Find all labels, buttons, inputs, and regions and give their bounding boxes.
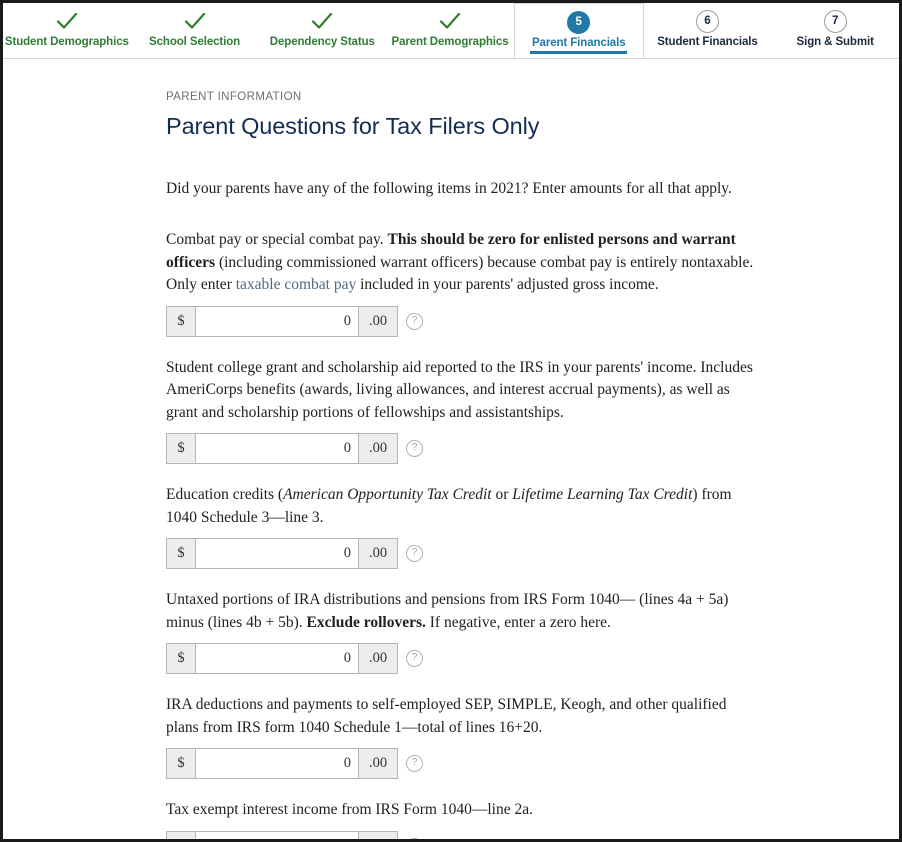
question-text-run: If negative, enter a zero here. [425, 613, 611, 631]
question-label: IRA deductions and payments to self-empl… [166, 694, 760, 739]
question-label: Tax exempt interest income from IRS Form… [166, 799, 760, 822]
italic-text: American Opportunity Tax Credit [283, 486, 492, 503]
page-title: Parent Questions for Tax Filers Only [166, 113, 540, 139]
step-number-badge: 5 [567, 10, 591, 34]
currency-input-group: $ .00 [166, 748, 398, 779]
question-text-run: Student college grant and scholarship ai… [166, 358, 753, 421]
amount-input-row: $ .00? [166, 433, 760, 464]
step-label: Dependency Status [269, 36, 375, 48]
amount-input-row: $ .00? [166, 830, 760, 839]
amount-input-row: $ .00? [166, 538, 760, 569]
check-icon [311, 8, 333, 34]
question-text-run: included in your parents' adjusted gross… [356, 276, 659, 293]
currency-input-group: $ .00 [166, 643, 398, 674]
amount-input[interactable] [195, 305, 359, 337]
amount-input[interactable] [195, 538, 359, 569]
dollar-sign-prefix: $ [166, 830, 195, 839]
currency-input-group: $ .00 [166, 305, 398, 337]
amount-input[interactable] [195, 748, 359, 779]
check-icon [56, 8, 78, 34]
step-marker: 7 [823, 8, 847, 34]
question-label: Education credits (American Opportunity … [166, 484, 760, 529]
step-label: Parent Financials [531, 37, 626, 49]
form-content: PARENT INFORMATION Parent Questions for … [3, 59, 899, 839]
question-ira-deductions: IRA deductions and payments to self-empl… [166, 694, 760, 779]
italic-text: Lifetime Learning Tax Credit [512, 486, 693, 503]
help-question-icon[interactable]: ? [406, 545, 423, 562]
emphasis-text: Exclude rollovers. [306, 613, 426, 631]
step-student-financials[interactable]: 6 Student Financials [643, 3, 772, 58]
question-tax-exempt-interest: Tax exempt interest income from IRS Form… [166, 799, 760, 839]
question-untaxed-ira-pensions: Untaxed portions of IRA distributions an… [166, 589, 760, 674]
question-label: Student college grant and scholarship ai… [166, 357, 760, 425]
inline-help-link[interactable]: taxable combat pay [236, 276, 357, 293]
cents-suffix: .00 [359, 830, 398, 839]
fafsa-form-page: Student Demographics School Selection Depe… [0, 0, 902, 842]
step-number-badge: 6 [695, 9, 719, 33]
question-text-run: Combat pay or special combat pay. [166, 231, 388, 248]
step-sign-submit[interactable]: 7 Sign & Submit [771, 3, 899, 58]
help-question-icon[interactable]: ? [406, 650, 423, 667]
step-parent-demographics[interactable]: Parent Demographics [386, 3, 514, 58]
help-question-icon[interactable]: ? [406, 312, 423, 330]
check-icon [184, 8, 206, 34]
cents-suffix: .00 [359, 433, 398, 464]
question-education-credits: Education credits (American Opportunity … [166, 484, 760, 569]
question-label: Combat pay or special combat pay. This s… [166, 229, 760, 297]
step-label: School Selection [149, 36, 241, 48]
step-student-demographics[interactable]: Student Demographics [3, 3, 131, 58]
dollar-sign-prefix: $ [166, 748, 195, 779]
dollar-sign-prefix: $ [166, 433, 195, 464]
section-eyebrow: PARENT INFORMATION [166, 91, 302, 103]
step-label: Parent Demographics [391, 36, 509, 48]
currency-input-group: $ .00 [166, 433, 398, 464]
question-text-run: or [491, 486, 513, 503]
currency-input-group: $ .00 [166, 830, 398, 839]
questions-list: Combat pay or special combat pay. This s… [166, 229, 760, 839]
cents-suffix: .00 [359, 748, 398, 779]
question-combat-pay: Combat pay or special combat pay. This s… [166, 229, 760, 337]
progress-stepper: Student Demographics School Selection Depe… [3, 3, 899, 59]
question-text-run: Education credits ( [166, 486, 284, 503]
question-label: Untaxed portions of IRA distributions an… [166, 589, 760, 634]
step-number-badge: 7 [823, 9, 847, 33]
help-question-icon[interactable]: ? [406, 837, 423, 839]
dollar-sign-prefix: $ [166, 538, 195, 569]
intro-text: Did your parents have any of the followi… [166, 180, 732, 197]
step-school-selection[interactable]: School Selection [130, 3, 259, 58]
step-label: Student Financials [657, 36, 758, 48]
amount-input[interactable] [195, 830, 359, 839]
amount-input-row: $ .00? [166, 748, 760, 779]
step-parent-financials[interactable]: 5 Parent Financials [513, 3, 644, 58]
cents-suffix: .00 [359, 643, 398, 674]
amount-input[interactable] [195, 433, 359, 464]
step-marker: 5 [567, 9, 591, 35]
step-label: Sign & Submit [796, 36, 874, 48]
step-marker: 6 [695, 8, 719, 34]
dollar-sign-prefix: $ [166, 643, 195, 674]
question-college-grant-aid: Student college grant and scholarship ai… [166, 357, 760, 464]
help-question-icon[interactable]: ? [406, 755, 423, 772]
check-icon [439, 8, 461, 34]
question-text-run: IRA deductions and payments to self-empl… [166, 696, 727, 736]
step-dependency-status[interactable]: Dependency Status [258, 3, 387, 58]
dollar-sign-prefix: $ [166, 305, 195, 337]
help-question-icon[interactable]: ? [406, 440, 423, 457]
amount-input[interactable] [195, 643, 359, 674]
currency-input-group: $ .00 [166, 538, 398, 569]
step-label: Student Demographics [4, 36, 129, 48]
cents-suffix: .00 [359, 305, 398, 337]
amount-input-row: $ .00? [166, 643, 760, 674]
cents-suffix: .00 [359, 538, 398, 569]
amount-input-row: $ .00? [166, 305, 760, 337]
question-text-run: Tax exempt interest income from IRS Form… [166, 801, 533, 818]
